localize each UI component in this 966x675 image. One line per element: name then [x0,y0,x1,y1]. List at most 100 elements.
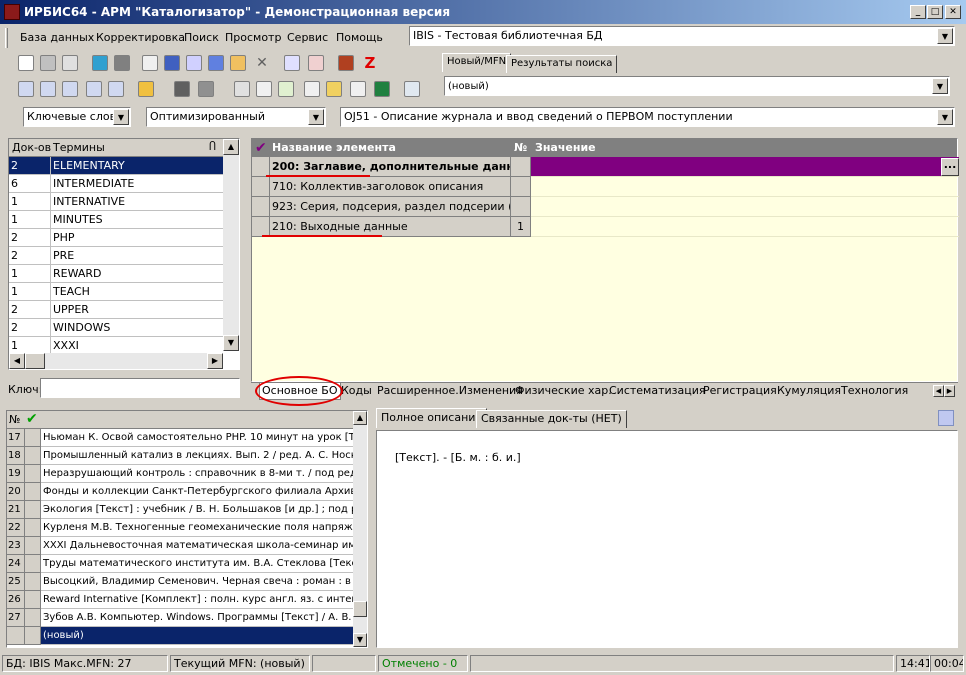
worksheet-tab[interactable]: Расширенное.Изменения [375,383,525,400]
paste-icon[interactable] [326,81,342,97]
records-no-header[interactable]: № [9,413,20,426]
field-row-gutter[interactable] [252,157,270,177]
query-icon[interactable] [40,81,56,97]
fields-icon[interactable] [164,55,180,71]
term-row[interactable]: 2 PHP [9,229,223,247]
check-icon[interactable]: ✔ [255,139,267,157]
record-mark-checkbox[interactable] [25,609,41,627]
term-row[interactable]: 6 INTERMEDIATE [9,175,223,193]
hand-icon[interactable] [138,81,154,97]
menu-database[interactable]: База данных [20,31,94,44]
records-scroll-thumb[interactable] [353,601,367,617]
record-mark-checkbox[interactable] [25,537,41,555]
record-row[interactable]: 18 Промышленный катализ в лекциях. Вып. 2… [7,447,353,465]
print-icon[interactable] [234,81,250,97]
field-row[interactable]: 923: Серия, подсерия, раздел подсерии (№… [252,197,959,217]
maximize-button[interactable]: □ [927,5,943,19]
worksheet-tab[interactable]: Систематизация [607,383,708,400]
view-icon[interactable] [174,81,190,97]
tab-linked-docs[interactable]: Связанные док-ты (НЕТ) [476,410,627,428]
terms-hscrollbar[interactable]: ◀ ▶ [9,353,223,369]
record-row[interactable]: (новый) [7,627,353,645]
record-mark-checkbox[interactable] [25,465,41,483]
record-row[interactable]: 26 Reward Internative [Комплект] : полн. … [7,591,353,609]
chevron-down-icon[interactable]: ▼ [937,28,953,44]
key-input[interactable] [40,378,240,398]
tabs-left-icon[interactable]: ◀ [933,385,944,397]
field-row[interactable]: 710: Коллектив-заголовок описания [252,177,959,197]
worksheet-tab[interactable]: Регистрация [701,383,779,400]
close-button[interactable]: ✕ [945,5,961,19]
record-mark-checkbox[interactable] [25,501,41,519]
record-row[interactable]: 22 Курленя М.В. Техногенные геомеханическ… [7,519,353,537]
records-vscrollbar[interactable]: ▲ ▼ [353,411,367,647]
field-row[interactable]: 200: Заглавие, дополнительные данные... [252,157,959,177]
tab-new-mfn[interactable]: Новый/MFN [442,53,512,72]
delete-icon[interactable]: ✕ [254,55,270,71]
copy-record-icon[interactable] [142,55,158,71]
term-row[interactable]: 1 MINUTES [9,211,223,229]
record-select[interactable]: (новый) ▼ [444,76,950,96]
field-row-gutter[interactable] [252,177,270,197]
dictionary-select[interactable]: Ключевые слова ▼ [23,107,131,127]
print-preview-icon[interactable] [938,410,954,426]
record-mark-checkbox[interactable] [25,429,41,447]
import-icon[interactable] [186,55,202,71]
name-column-header[interactable]: Название элемента [272,139,396,157]
tree-icon[interactable] [208,55,224,71]
worksheet-tab[interactable]: Технология [839,383,910,400]
scroll-up-icon[interactable]: ▲ [353,411,367,425]
record-mark-checkbox[interactable] [25,447,41,465]
field-ellipsis-button[interactable]: ... [941,158,959,176]
chart-icon[interactable] [350,81,366,97]
scroll-down-icon[interactable]: ▼ [353,633,367,647]
term-row[interactable]: 1 REWARD [9,265,223,283]
excel-icon[interactable] [374,81,390,97]
tab-search-results[interactable]: Результаты поиска [506,55,618,73]
field-row-gutter[interactable] [252,217,270,237]
value-column-header[interactable]: Значение [535,139,596,157]
field-row-gutter[interactable] [252,197,270,217]
chevron-down-icon[interactable]: ▼ [932,78,948,94]
record-row[interactable]: 25 Высоцкий, Владимир Семенович. Черная с… [7,573,353,591]
print-preview-icon[interactable] [256,81,272,97]
copy-icon[interactable] [304,81,320,97]
menu-search[interactable]: Поиск [184,31,219,44]
help-icon[interactable] [404,81,420,97]
record-mark-checkbox[interactable] [25,591,41,609]
term-row[interactable]: 1 INTERNATIVE [9,193,223,211]
term-row[interactable]: 1 TEACH [9,283,223,301]
record-row[interactable]: 21 Экология [Текст] : учебник / В. Н. Бол… [7,501,353,519]
prev-record-icon[interactable] [92,55,108,71]
term-row[interactable]: 2 ELEMENTARY [9,157,223,175]
chevron-down-icon[interactable]: ▼ [308,109,324,125]
worksheet-select[interactable]: OJ51 - Описание журнала и ввод сведений … [340,107,955,127]
menu-help[interactable]: Помощь [336,31,383,44]
report-icon[interactable] [278,81,294,97]
docs-column-header[interactable]: Док-ов [12,141,51,154]
search-dialog-icon[interactable] [18,81,34,97]
field-row[interactable]: 210: Выходные данные 1 [252,217,959,237]
record-mark-checkbox[interactable] [25,573,41,591]
app-icon[interactable] [4,4,20,20]
field-value-input[interactable] [531,217,959,237]
print-record-icon[interactable] [308,55,324,71]
book-icon[interactable] [338,55,354,71]
tab-full-description[interactable]: Полное описание [376,408,488,428]
term-row[interactable]: 2 UPPER [9,301,223,319]
tabs-right-icon[interactable]: ▶ [944,385,955,397]
scroll-down-icon[interactable]: ▼ [223,335,239,351]
menu-edit[interactable]: Корректировка [96,31,185,44]
field-value-input[interactable] [531,177,959,197]
next-record-icon[interactable] [114,55,130,71]
record-mark-checkbox[interactable] [25,483,41,501]
chevron-down-icon[interactable]: ▼ [937,109,953,125]
menu-view[interactable]: Просмотр [225,31,281,44]
worksheet-tab[interactable]: Физические хар. [513,383,614,400]
scroll-left-icon[interactable]: ◀ [9,353,25,369]
database-select[interactable]: IBIS - Тестовая библиотечная БД ▼ [409,26,955,46]
record-mark-checkbox[interactable] [25,555,41,573]
worksheet-tab[interactable]: Коды [339,383,374,400]
minimize-button[interactable]: _ [910,5,926,19]
record-row[interactable]: 19 Неразрушающий контроль : справочник в … [7,465,353,483]
